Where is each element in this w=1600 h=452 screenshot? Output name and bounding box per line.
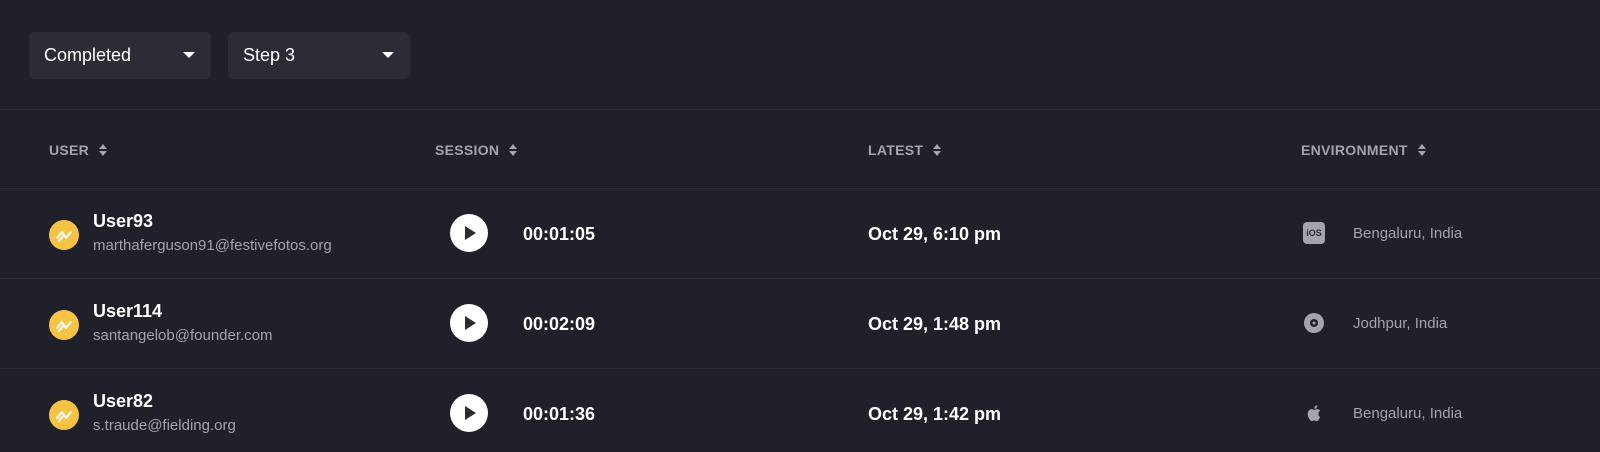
user-name: User93 [93,211,154,231]
session-duration: 00:01:05 [523,224,596,244]
disc-icon [1303,312,1325,334]
filter-bar: Completed Step 3 [0,0,1600,110]
avatar-pattern-icon [56,411,72,422]
table-row[interactable]: User114 santangelob@founder.com 00:02:09… [0,279,1600,369]
user-email: santangelob@founder.com [93,327,273,344]
step-filter-dropdown[interactable]: Step 3 [228,32,410,79]
user-name: User82 [93,391,154,411]
sort-icon[interactable] [933,143,942,156]
status-filter-value: Completed [44,45,132,65]
environment-location: Bengaluru, India [1353,405,1463,422]
column-header-environment[interactable]: ENVIRONMENT [1301,110,1426,189]
environment-location: Jodhpur, India [1353,315,1448,332]
column-header-session[interactable]: SESSION [435,110,518,189]
sort-icon[interactable] [509,143,518,156]
avatar-pattern-icon [56,231,72,242]
latest-timestamp: Oct 29, 6:10 pm [868,224,1002,244]
play-icon [465,226,476,240]
table-header: USER SESSION LATEST ENVIRONMENT [0,110,1600,189]
session-duration: 00:02:09 [523,314,596,334]
avatar-pattern-icon [56,321,72,332]
sort-icon[interactable] [99,143,108,156]
play-icon [465,316,476,330]
latest-timestamp: Oct 29, 1:42 pm [868,404,1002,424]
chevron-down-icon [382,52,394,58]
column-header-latest[interactable]: LATEST [868,110,942,189]
user-name: User114 [93,301,163,321]
environment-location: Bengaluru, India [1353,225,1463,242]
play-icon [465,406,476,420]
session-duration: 00:01:36 [523,404,596,424]
ios-icon: iOS [1303,222,1325,244]
chevron-down-icon [183,52,195,58]
table-row[interactable]: User82 s.traude@fielding.org 00:01:36 Oc… [0,369,1600,452]
play-session-button[interactable] [450,394,488,432]
column-header-user[interactable]: USER [49,110,108,189]
avatar [49,400,79,430]
user-email: marthaferguson91@festivefotos.org [93,237,332,254]
play-session-button[interactable] [450,304,488,342]
sort-icon[interactable] [1417,143,1426,156]
avatar [49,220,79,250]
sessions-table: USER SESSION LATEST ENVIRONMENT User93 m… [0,110,1600,452]
latest-timestamp: Oct 29, 1:48 pm [868,314,1002,334]
step-filter-value: Step 3 [243,45,296,65]
play-session-button[interactable] [450,214,488,252]
user-email: s.traude@fielding.org [93,417,236,434]
avatar [49,310,79,340]
apple-icon [1303,402,1325,424]
status-filter-dropdown[interactable]: Completed [29,32,211,79]
table-row[interactable]: User93 marthaferguson91@festivefotos.org… [0,189,1600,279]
